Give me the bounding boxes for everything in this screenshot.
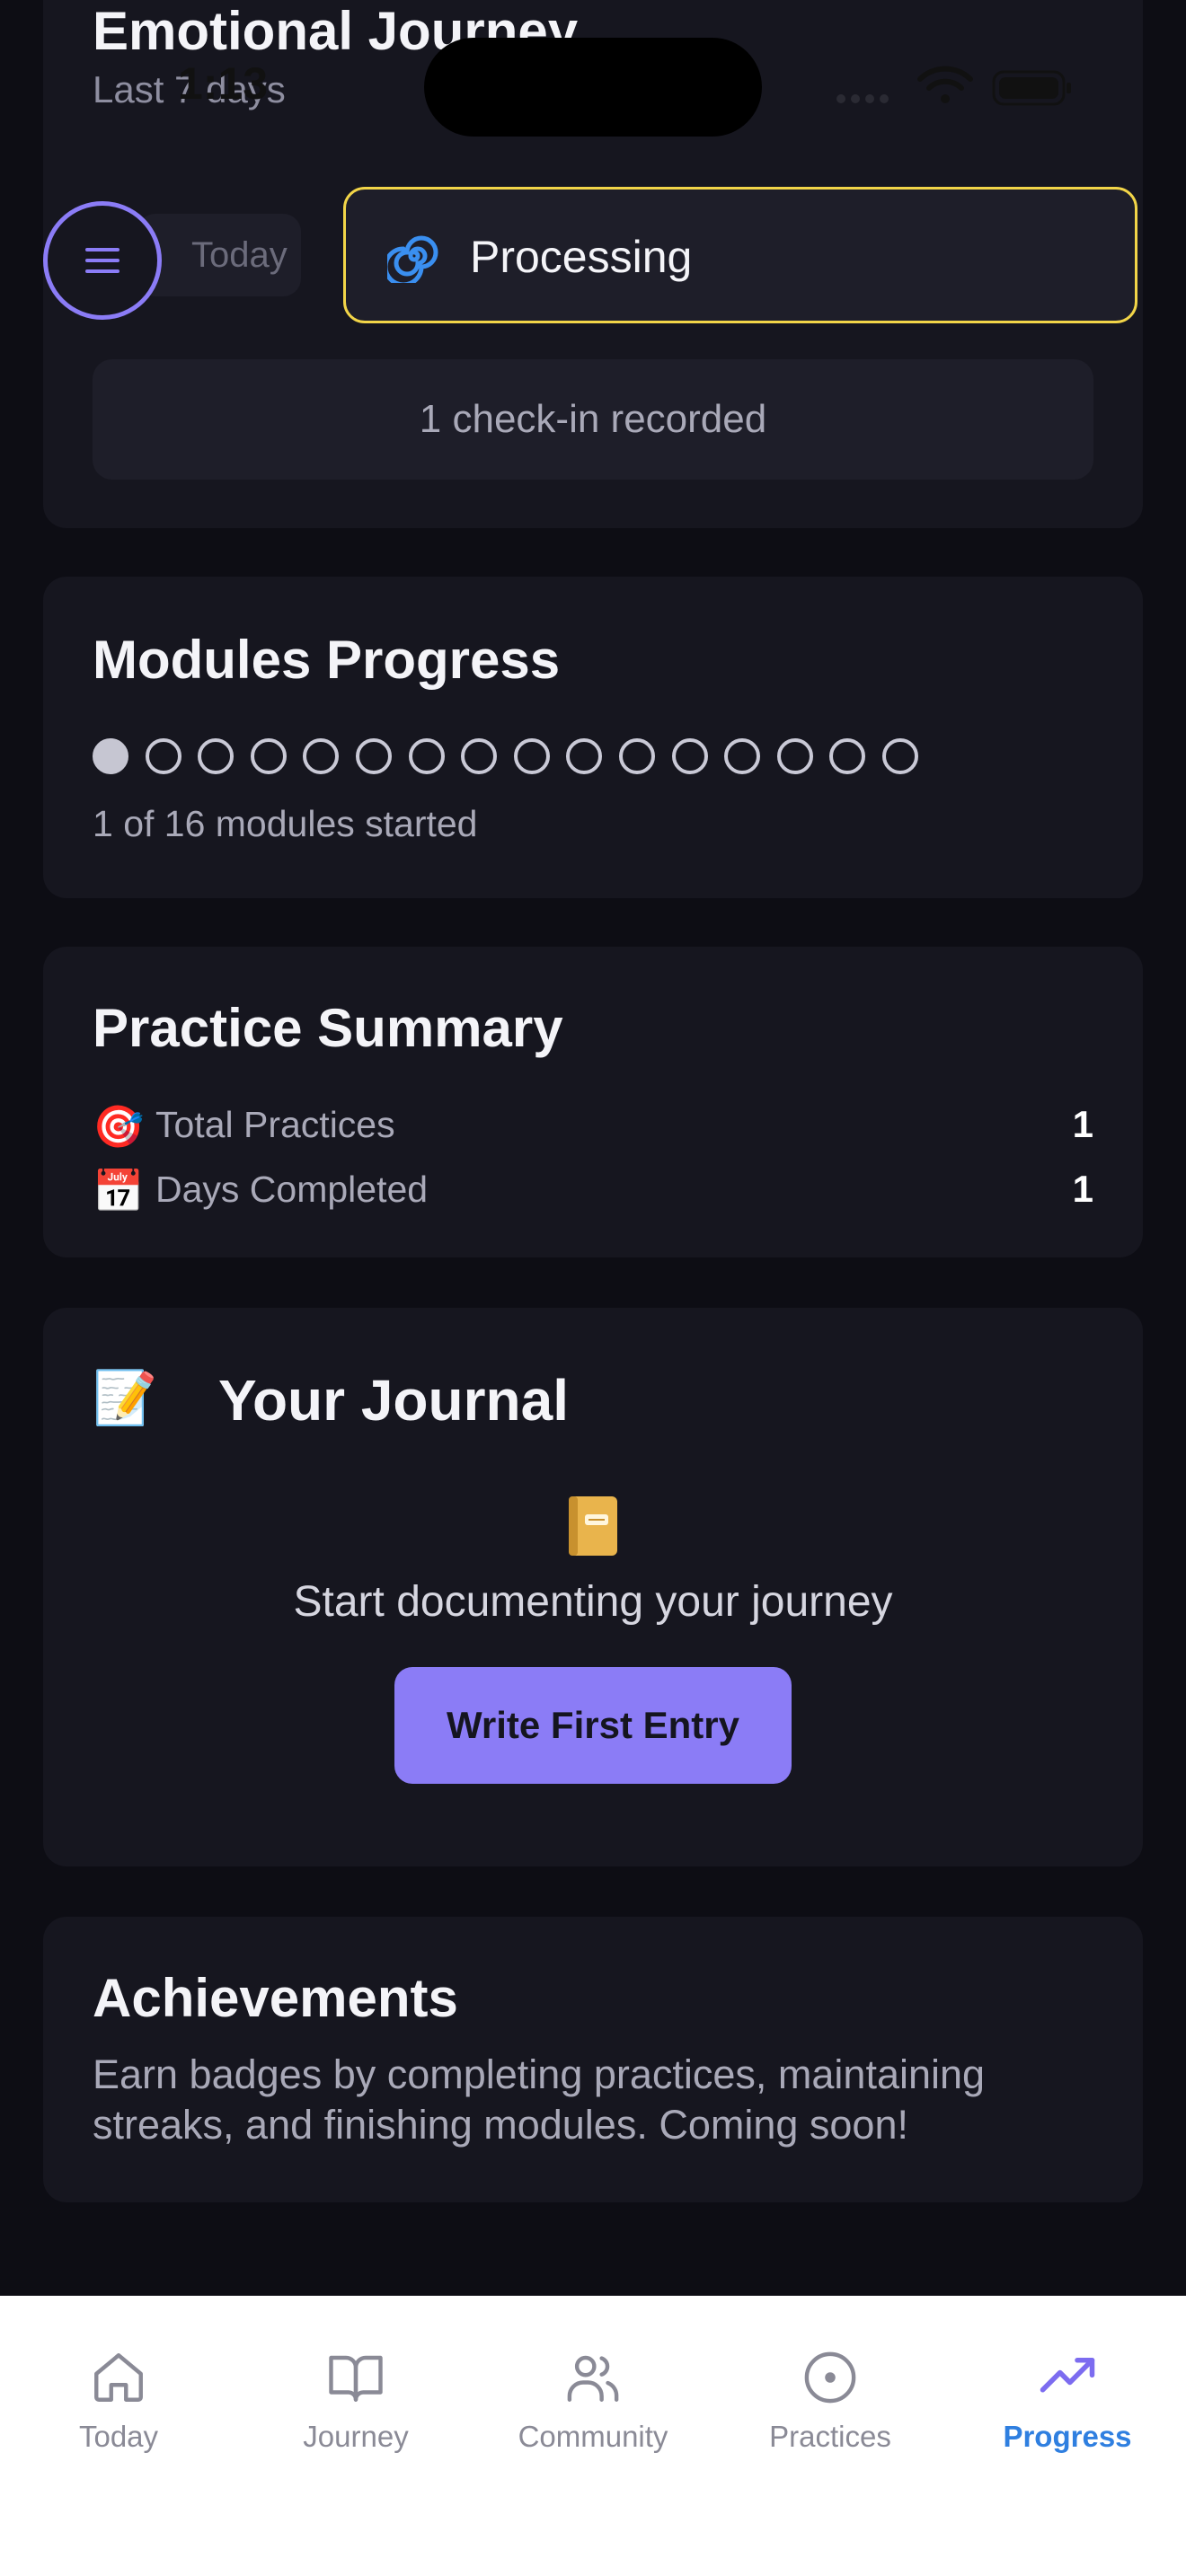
module-dot <box>829 738 866 774</box>
dynamic-island <box>424 38 762 137</box>
module-dot <box>250 738 287 774</box>
hamburger-menu-icon <box>85 248 119 273</box>
module-dot <box>303 738 340 774</box>
tab-label: Community <box>518 2420 668 2453</box>
module-dot <box>408 738 445 774</box>
memo-icon: 📝 <box>93 1369 158 1427</box>
module-dot <box>355 738 392 774</box>
status-time: 1:13 <box>178 58 269 109</box>
signal-icon <box>836 94 889 103</box>
stat-label: Days Completed <box>155 1169 429 1210</box>
modules-progress-title: Modules Progress <box>93 630 561 690</box>
journal-empty-text: Start documenting your journey <box>293 1578 893 1626</box>
stat-row-days-completed: 📅 Days Completed 1 <box>93 1164 1093 1214</box>
tab-journey[interactable]: Journey <box>237 2348 474 2465</box>
spiral-icon <box>387 235 438 283</box>
wifi-icon <box>917 66 973 103</box>
tab-progress[interactable]: Progress <box>949 2348 1186 2465</box>
target-emoji-icon: 🎯 <box>93 1103 145 1150</box>
checkin-count: 1 check-in recorded <box>93 359 1093 480</box>
module-dot <box>566 738 603 774</box>
module-dot <box>461 738 498 774</box>
progress-screen: Emotional Journey Last 7 days Today Proc… <box>0 0 1186 2576</box>
tab-label: Today <box>78 2420 159 2453</box>
mood-label: Processing <box>470 232 693 282</box>
status-icons <box>836 66 1071 106</box>
module-dot <box>724 738 761 774</box>
module-dot <box>776 738 813 774</box>
practice-summary-card: Practice Summary 🎯 Total Practices 1 📅 D… <box>43 947 1143 1257</box>
menu-button[interactable] <box>43 201 162 320</box>
mood-entry-processing[interactable]: Processing <box>343 187 1137 323</box>
achievements-card: Achievements Earn badges by completing p… <box>43 1917 1143 2202</box>
tab-label: Practices <box>769 2420 891 2453</box>
trending-up-icon <box>1040 2358 1095 2393</box>
journal-title-text: Your Journal <box>218 1368 569 1433</box>
tab-community[interactable]: Community <box>474 2348 712 2465</box>
stat-value: 1 <box>1072 1168 1093 1210</box>
module-dot-started <box>93 738 128 774</box>
modules-caption: 1 of 16 modules started <box>93 803 478 844</box>
module-dot <box>198 738 235 774</box>
module-dot <box>145 738 181 774</box>
book-icon <box>569 1496 617 1556</box>
module-dot <box>671 738 708 774</box>
target-icon <box>804 2351 856 2404</box>
journal-card: 📝 Your Journal Start documenting your jo… <box>43 1308 1143 1866</box>
home-icon <box>94 2353 143 2402</box>
tab-label: Journey <box>303 2420 409 2453</box>
book-open-icon <box>329 2355 383 2402</box>
write-first-entry-button[interactable]: Write First Entry <box>394 1667 792 1784</box>
modules-progress-card: Modules Progress 1 of 16 modules started <box>43 577 1143 898</box>
stat-value: 1 <box>1072 1103 1093 1145</box>
battery-icon <box>992 70 1071 106</box>
module-dot <box>618 738 655 774</box>
today-chip[interactable]: Today <box>137 214 301 296</box>
users-icon <box>567 2355 619 2402</box>
module-dot <box>881 738 918 774</box>
bottom-tab-bar: Today Journey Community Practices Progre… <box>0 2296 1186 2576</box>
stat-row-total-practices: 🎯 Total Practices 1 <box>93 1099 1093 1150</box>
achievements-text: Earn badges by completing practices, mai… <box>93 2051 986 2148</box>
stat-label: Total Practices <box>155 1104 395 1145</box>
tab-practices[interactable]: Practices <box>712 2348 949 2465</box>
tab-label: Progress <box>1003 2420 1132 2453</box>
module-dots <box>93 738 935 774</box>
module-dot <box>513 738 550 774</box>
practice-summary-title: Practice Summary <box>93 998 563 1058</box>
achievements-title: Achievements <box>93 1968 458 2028</box>
tab-today[interactable]: Today <box>0 2348 237 2465</box>
calendar-emoji-icon: 📅 <box>93 1168 145 1214</box>
